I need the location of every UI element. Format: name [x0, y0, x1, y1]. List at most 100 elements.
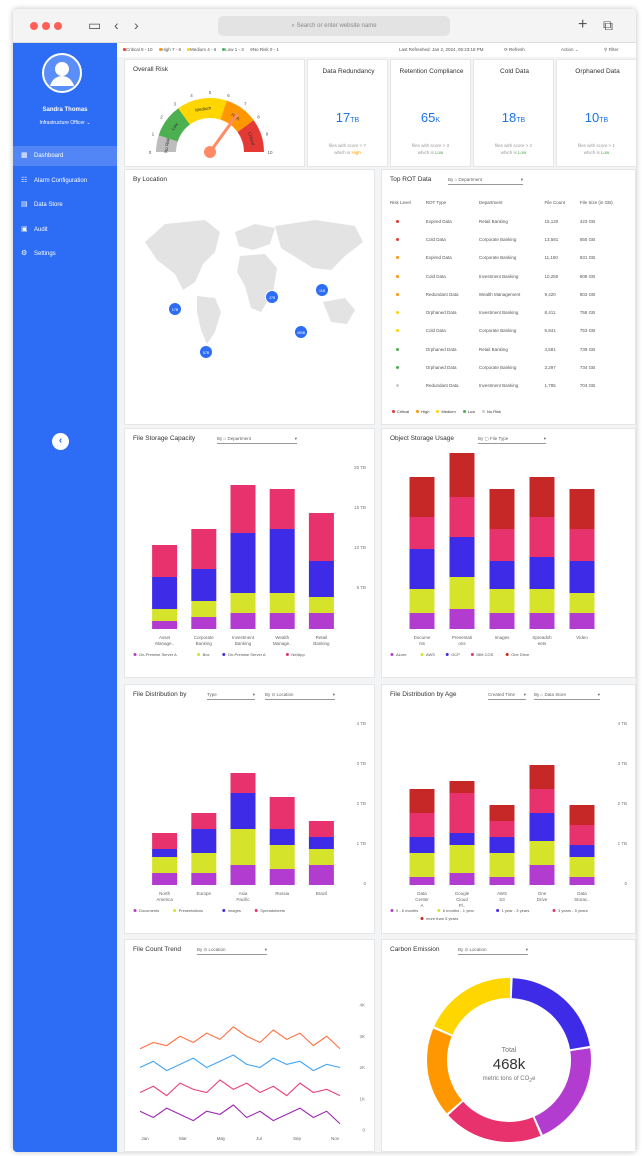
- table-row[interactable]: Orphaned Data Investment Banking 8,411 758 …: [388, 303, 631, 321]
- bar-segment[interactable]: [529, 813, 555, 841]
- bar-segment[interactable]: [152, 545, 178, 577]
- bar-segment[interactable]: [269, 829, 295, 845]
- bar-segment[interactable]: [191, 529, 217, 569]
- bar-segment[interactable]: [449, 497, 475, 537]
- carbon-location-select[interactable]: By ⊙ Location ▾: [458, 946, 528, 955]
- bar-segment[interactable]: [308, 597, 334, 613]
- bar-segment[interactable]: [409, 877, 435, 885]
- refresh-button[interactable]: ⟳ Refresh: [504, 43, 525, 57]
- bar-segment[interactable]: [152, 849, 178, 857]
- bar-segment[interactable]: [191, 617, 217, 629]
- bar-segment[interactable]: [449, 845, 475, 873]
- bar-segment[interactable]: [269, 613, 295, 629]
- location-marker[interactable]: 278: [265, 290, 279, 304]
- bar-segment[interactable]: [489, 613, 515, 629]
- bar-segment[interactable]: [449, 793, 475, 833]
- bar-segment[interactable]: [191, 853, 217, 873]
- bar-segment[interactable]: [569, 613, 595, 629]
- bar-segment[interactable]: [230, 533, 256, 593]
- table-row[interactable]: Redundant Data Wealth Management 9,420 803 …: [388, 285, 631, 303]
- bar-segment[interactable]: [152, 873, 178, 885]
- bar-segment[interactable]: [409, 613, 435, 629]
- location-marker[interactable]: 11B: [315, 283, 329, 297]
- bar-segment[interactable]: [308, 865, 334, 885]
- bar-segment[interactable]: [308, 837, 334, 849]
- trend-series-line[interactable]: [139, 1079, 341, 1097]
- bar-segment[interactable]: [569, 593, 595, 613]
- distribution-location-select[interactable]: By ⊙ Location ▾: [265, 691, 335, 700]
- bar-segment[interactable]: [569, 857, 595, 877]
- bar-segment[interactable]: [191, 813, 217, 829]
- bar-segment[interactable]: [489, 853, 515, 877]
- bar-segment[interactable]: [449, 577, 475, 609]
- bar-segment[interactable]: [269, 797, 295, 829]
- bar-segment[interactable]: [409, 813, 435, 837]
- object-group-select[interactable]: By ▢ File Type ▾: [478, 435, 546, 444]
- age-time-select[interactable]: Created Time ▾: [488, 691, 526, 700]
- filter-button[interactable]: ⚲ Filter: [604, 43, 619, 57]
- bar-segment[interactable]: [449, 609, 475, 629]
- location-marker[interactable]: 450B: [294, 325, 308, 339]
- forward-icon[interactable]: ›: [134, 17, 139, 33]
- donut-slice[interactable]: [434, 978, 511, 1035]
- bar-segment[interactable]: [489, 805, 515, 821]
- bar-segment[interactable]: [529, 517, 555, 557]
- bar-segment[interactable]: [269, 489, 295, 529]
- bar-segment[interactable]: [230, 773, 256, 793]
- bar-segment[interactable]: [489, 821, 515, 837]
- trend-series-line[interactable]: [139, 1054, 341, 1072]
- sidebar-item-data-store[interactable]: ▤ Data Store: [13, 195, 117, 215]
- avatar[interactable]: [42, 53, 82, 93]
- bar-segment[interactable]: [449, 833, 475, 845]
- new-tab-icon[interactable]: +: [578, 17, 587, 33]
- bar-segment[interactable]: [489, 877, 515, 885]
- table-row[interactable]: Orphaned Data Corporate Banking 3,297 734 G…: [388, 358, 631, 376]
- bar-segment[interactable]: [152, 609, 178, 621]
- bar-segment[interactable]: [409, 549, 435, 589]
- bar-segment[interactable]: [230, 793, 256, 829]
- bar-segment[interactable]: [152, 833, 178, 849]
- distribution-type-select[interactable]: Type ▾: [207, 691, 255, 700]
- bar-segment[interactable]: [569, 825, 595, 845]
- sidebar-item-alarm-configuration[interactable]: ☷ Alarm Configuration: [13, 171, 117, 191]
- back-icon[interactable]: ‹: [114, 17, 119, 33]
- bar-segment[interactable]: [191, 569, 217, 601]
- bar-segment[interactable]: [409, 517, 435, 549]
- bar-segment[interactable]: [409, 477, 435, 517]
- bar-segment[interactable]: [191, 873, 217, 885]
- collapse-sidebar-button[interactable]: ‹: [52, 433, 69, 450]
- bar-segment[interactable]: [269, 869, 295, 885]
- bar-segment[interactable]: [449, 537, 475, 577]
- bar-segment[interactable]: [269, 593, 295, 613]
- bar-segment[interactable]: [449, 453, 475, 497]
- bar-segment[interactable]: [230, 485, 256, 533]
- sidebar-item-audit[interactable]: ▣ Audit: [13, 220, 117, 240]
- bar-segment[interactable]: [308, 513, 334, 561]
- user-role-select[interactable]: Infrastructure Officer ⌄: [13, 120, 117, 126]
- bar-segment[interactable]: [191, 829, 217, 853]
- bar-segment[interactable]: [489, 489, 515, 529]
- bar-segment[interactable]: [569, 529, 595, 561]
- bar-segment[interactable]: [529, 557, 555, 589]
- maximize-window-button[interactable]: [54, 22, 62, 30]
- table-row[interactable]: Redundant Data Investment Banking 1,785 704…: [388, 377, 631, 395]
- bar-segment[interactable]: [230, 593, 256, 613]
- bar-segment[interactable]: [269, 529, 295, 593]
- storage-group-select[interactable]: By ⌂ Department ▾: [217, 435, 297, 444]
- bar-segment[interactable]: [152, 857, 178, 873]
- close-window-button[interactable]: [30, 22, 38, 30]
- donut-slice[interactable]: [511, 978, 590, 1050]
- bar-segment[interactable]: [308, 849, 334, 865]
- table-row[interactable]: Cold Data Corporate Banking 13,581 855 GB: [388, 230, 631, 248]
- bar-segment[interactable]: [569, 805, 595, 825]
- bar-segment[interactable]: [569, 561, 595, 593]
- bar-segment[interactable]: [191, 601, 217, 617]
- address-bar[interactable]: ⌕ Search or enter website name: [218, 16, 450, 36]
- tabs-overview-icon[interactable]: ⧉: [603, 17, 613, 33]
- bar-segment[interactable]: [529, 865, 555, 885]
- bar-segment[interactable]: [569, 877, 595, 885]
- table-row[interactable]: Orphaned Data Retail Banking 4,581 739 GB: [388, 340, 631, 358]
- bar-segment[interactable]: [489, 837, 515, 853]
- bar-segment[interactable]: [230, 829, 256, 865]
- bar-segment[interactable]: [409, 789, 435, 813]
